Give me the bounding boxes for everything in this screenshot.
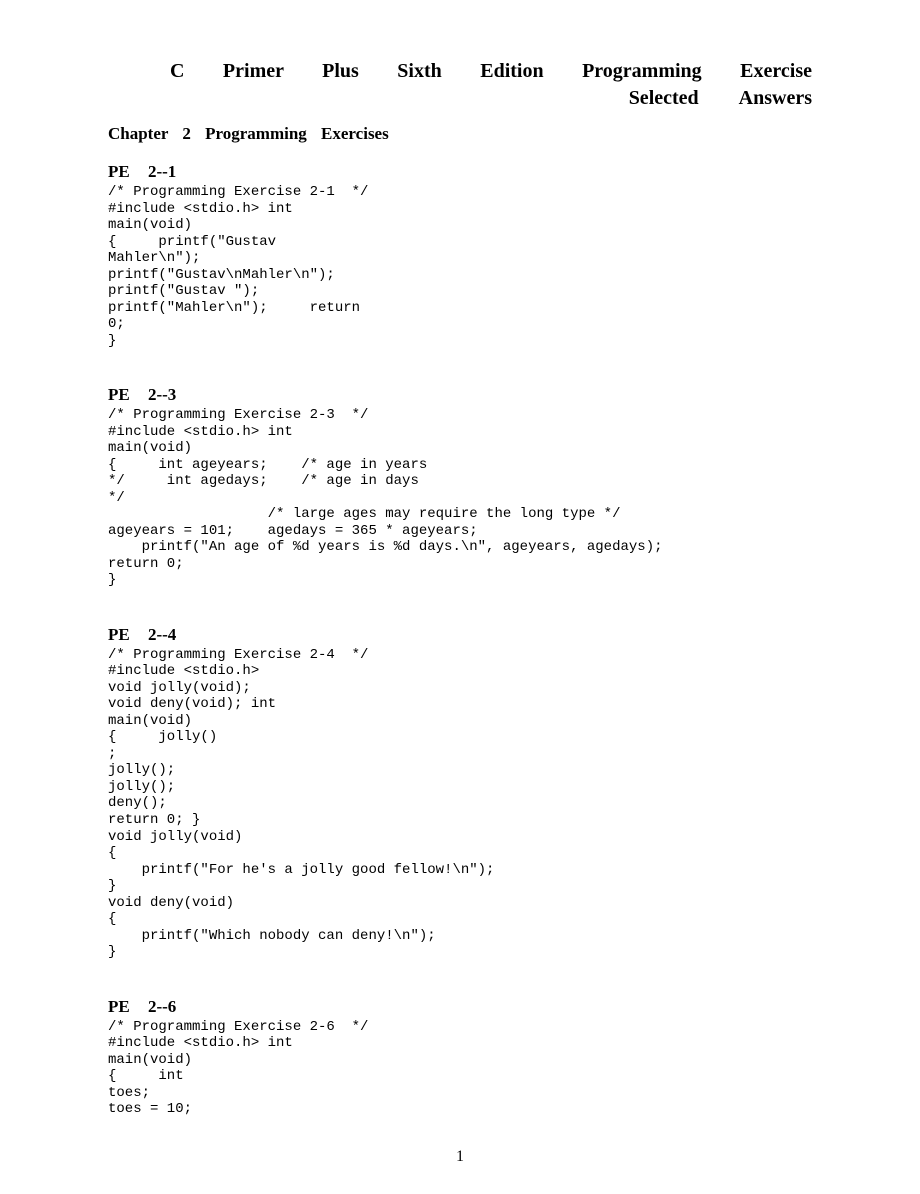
- section-pe-2-6: PE 2-­‐6 /* Programming Exercise 2-6 */ …: [108, 997, 812, 1118]
- page-number: 1: [0, 1148, 920, 1166]
- section-pe-2-4: PE 2-­‐4 /* Programming Exercise 2-4 */ …: [108, 625, 812, 961]
- code-block: /* Programming Exercise 2-4 */ #include …: [108, 647, 812, 961]
- pe-heading: PE 2-­‐1: [108, 162, 812, 182]
- chapter-heading: Chapter 2 Programming Exercises: [108, 124, 812, 144]
- pe-heading: PE 2-­‐4: [108, 625, 812, 645]
- page: C Primer Plus Sixth Edition Programming …: [0, 0, 920, 1194]
- section-pe-2-1: PE 2-­‐1 /* Programming Exercise 2-1 */ …: [108, 162, 812, 349]
- pe-heading: PE 2-­‐6: [108, 997, 812, 1017]
- document-title-line1: C Primer Plus Sixth Edition Programming …: [170, 60, 812, 83]
- document-title-line2: Selected Answers: [170, 87, 812, 110]
- pe-heading: PE 2-­‐3: [108, 385, 812, 405]
- section-pe-2-3: PE 2-­‐3 /* Programming Exercise 2-3 */ …: [108, 385, 812, 589]
- code-block: /* Programming Exercise 2-3 */ #include …: [108, 407, 812, 589]
- code-block: /* Programming Exercise 2-1 */ #include …: [108, 184, 812, 349]
- code-block: /* Programming Exercise 2-6 */ #include …: [108, 1019, 812, 1118]
